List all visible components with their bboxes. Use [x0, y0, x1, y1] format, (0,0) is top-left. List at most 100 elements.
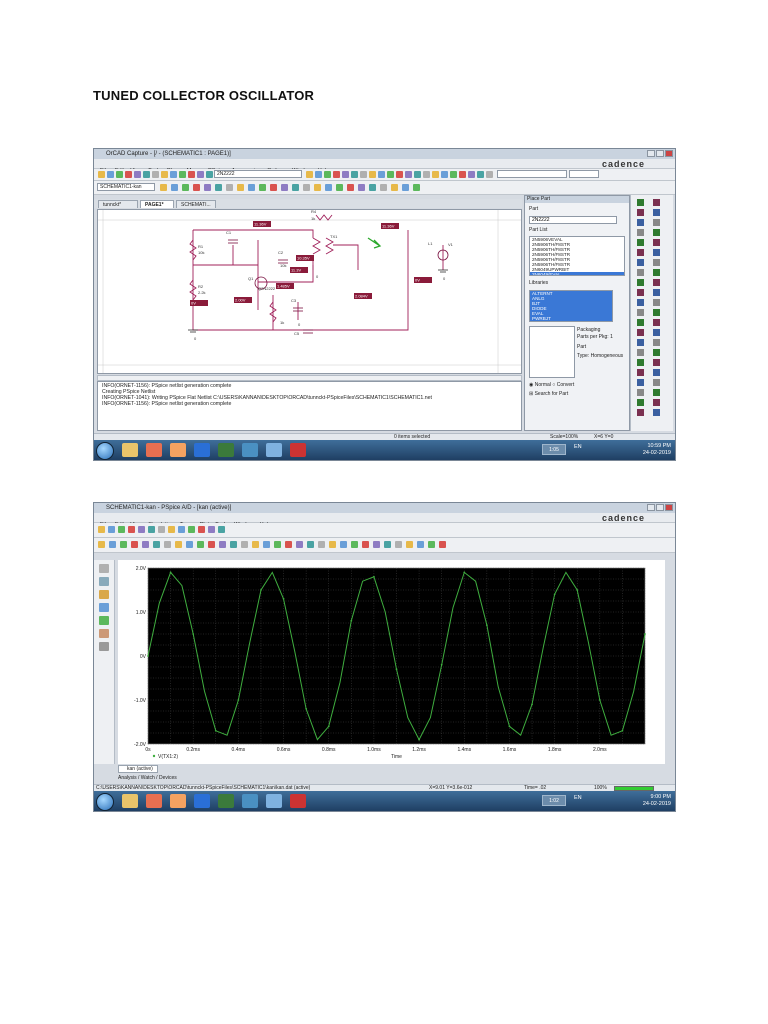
voltage-probe[interactable]: 1.485V	[276, 283, 294, 289]
toolbar-icon[interactable]	[396, 171, 403, 178]
palette-tool-icon[interactable]	[653, 329, 660, 336]
toolbar-icon[interactable]	[329, 541, 336, 548]
toolbar-icon[interactable]	[131, 541, 138, 548]
toolbar-icon[interactable]	[307, 541, 314, 548]
palette-tool-icon[interactable]	[653, 279, 660, 286]
palette-tool-icon[interactable]	[637, 239, 644, 246]
palette-tool-icon[interactable]	[637, 259, 644, 266]
taskbar-app-icon[interactable]	[146, 443, 162, 457]
toolbar-icon[interactable]	[486, 171, 493, 178]
toolbar-icon[interactable]	[171, 184, 178, 191]
toolbar-icon[interactable]	[387, 171, 394, 178]
tab-watch[interactable]: Watch	[141, 775, 155, 781]
palette-tool-icon[interactable]	[653, 409, 660, 416]
toolbar-icon[interactable]	[128, 526, 135, 533]
palette-tool-icon[interactable]	[637, 329, 644, 336]
language-indicator[interactable]: EN	[574, 444, 582, 450]
start-button[interactable]	[96, 442, 114, 460]
toolbar-icon[interactable]	[138, 526, 145, 533]
taskbar-card[interactable]: 1:02	[542, 795, 566, 806]
zoom-combo[interactable]	[569, 170, 599, 178]
toolbar-icon[interactable]	[395, 541, 402, 548]
toolbar-icon[interactable]	[347, 184, 354, 191]
voltage-probe[interactable]: 10.35V	[296, 255, 314, 261]
close-button[interactable]	[665, 150, 673, 157]
tab-devices[interactable]: Devices	[159, 775, 177, 781]
toolbar-icon[interactable]	[182, 184, 189, 191]
toolbar-icon[interactable]	[179, 171, 186, 178]
list-item[interactable]: 2N6049/EVAL	[530, 272, 624, 275]
schematic-canvas[interactable]: 11.36V 11.36V 10.35V 0V 0V 1.485V 2.00V 11.3V 2.…	[97, 209, 522, 374]
taskbar-app-icon[interactable]	[242, 794, 258, 808]
palette-tool-icon[interactable]	[653, 239, 660, 246]
toolbar-icon[interactable]	[208, 541, 215, 548]
toolbar-icon[interactable]	[296, 541, 303, 548]
palette-tool-icon[interactable]	[653, 349, 660, 356]
toolbar-icon[interactable]	[333, 171, 340, 178]
taskbar-app-icon[interactable]	[242, 443, 258, 457]
toolbar-icon[interactable]	[406, 541, 413, 548]
toolbar-icon[interactable]	[358, 184, 365, 191]
toolbar-icon[interactable]	[175, 541, 182, 548]
palette-tool-icon[interactable]	[637, 369, 644, 376]
toolbar-icon[interactable]	[237, 184, 244, 191]
toolbar-icon[interactable]	[125, 171, 132, 178]
toolbar-icon[interactable]	[259, 184, 266, 191]
toolbar-icon[interactable]	[193, 184, 200, 191]
maximize-button[interactable]	[656, 504, 664, 511]
search-combo[interactable]	[497, 170, 567, 178]
sidebar-tool-icon[interactable]	[99, 564, 109, 573]
taskbar-app-icon[interactable]	[194, 443, 210, 457]
toolbar-icon[interactable]	[351, 171, 358, 178]
toolbar-icon[interactable]	[369, 171, 376, 178]
palette-tool-icon[interactable]	[637, 349, 644, 356]
window-tab-kan[interactable]: kan (active)	[118, 765, 158, 773]
toolbar-icon[interactable]	[161, 171, 168, 178]
palette-tool-icon[interactable]	[637, 379, 644, 386]
palette-tool-icon[interactable]	[637, 279, 644, 286]
palette-tool-icon[interactable]	[637, 249, 644, 256]
sidebar-tool-icon[interactable]	[99, 642, 109, 651]
toolbar-icon[interactable]	[360, 171, 367, 178]
palette-tool-icon[interactable]	[637, 319, 644, 326]
palette-tool-icon[interactable]	[653, 309, 660, 316]
toolbar-icon[interactable]	[417, 541, 424, 548]
toolbar-icon[interactable]	[170, 171, 177, 178]
palette-tool-icon[interactable]	[653, 219, 660, 226]
toolbar-icon[interactable]	[226, 184, 233, 191]
palette-tool-icon[interactable]	[637, 309, 644, 316]
toolbar-icon[interactable]	[405, 171, 412, 178]
list-item[interactable]: PWRBJT	[530, 316, 612, 321]
voltage-probe[interactable]: 2.00V	[234, 297, 252, 303]
toolbar-icon[interactable]	[109, 541, 116, 548]
toolbar-icon[interactable]	[315, 171, 322, 178]
toolbar-icon[interactable]	[362, 541, 369, 548]
toolbar-icon[interactable]	[314, 184, 321, 191]
toolbar-icon[interactable]	[197, 171, 204, 178]
palette-tool-icon[interactable]	[637, 339, 644, 346]
clock[interactable]: 9:00 PM 24-02-2019	[643, 794, 671, 808]
toolbar-icon[interactable]	[120, 541, 127, 548]
toolbar-icon[interactable]	[158, 526, 165, 533]
toolbar-icon[interactable]	[380, 184, 387, 191]
toolbar-icon[interactable]	[450, 171, 457, 178]
toolbar-icon[interactable]	[218, 526, 225, 533]
toolbar-icon[interactable]	[274, 541, 281, 548]
toolbar-icon[interactable]	[215, 184, 222, 191]
toolbar-icon[interactable]	[369, 184, 376, 191]
voltage-probe[interactable]: 0V	[414, 277, 432, 283]
palette-tool-icon[interactable]	[637, 289, 644, 296]
taskbar-app-icon[interactable]	[266, 794, 282, 808]
sidebar-tool-icon[interactable]	[99, 629, 109, 638]
part-list[interactable]: 2N5906VEVAL 2N5906TH/F8STR 2N5906TH/F8STR 2…	[529, 236, 625, 276]
palette-tool-icon[interactable]	[653, 199, 660, 206]
sidebar-tool-icon[interactable]	[99, 577, 109, 586]
toolbar-icon[interactable]	[142, 541, 149, 548]
palette-tool-icon[interactable]	[637, 269, 644, 276]
palette-tool-icon[interactable]	[637, 199, 644, 206]
taskbar-card[interactable]: 1:05	[542, 444, 566, 455]
toolbar-icon[interactable]	[340, 541, 347, 548]
palette-tool-icon[interactable]	[653, 359, 660, 366]
toolbar-icon[interactable]	[134, 171, 141, 178]
sidebar-tool-icon[interactable]	[99, 603, 109, 612]
